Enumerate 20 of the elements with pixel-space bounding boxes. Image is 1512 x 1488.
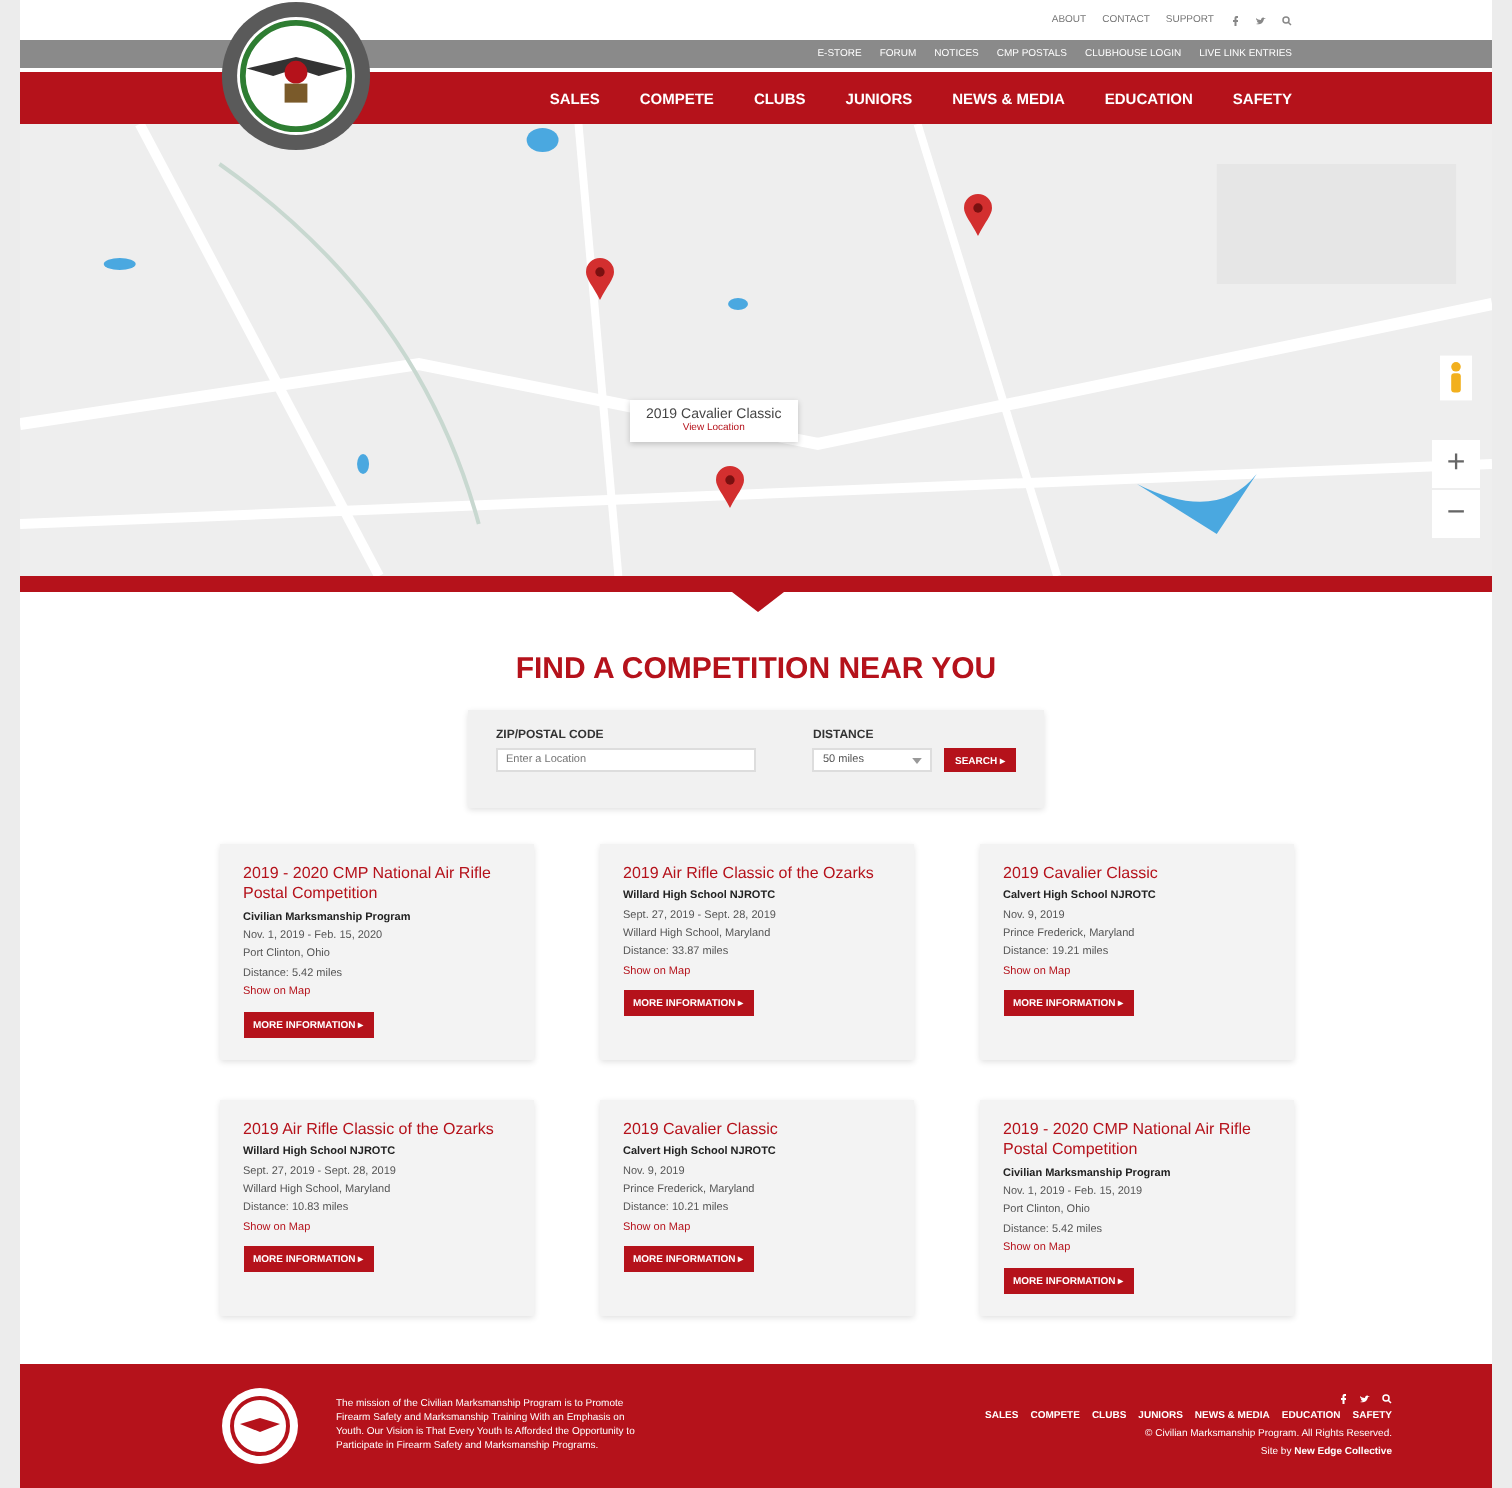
caret-icon [912,757,923,763]
seal-logo[interactable] [220,1386,300,1466]
map-pin-icon[interactable] [586,258,614,300]
competition-title[interactable]: 2019 Cavalier Classic [1003,864,1158,885]
twitter-icon[interactable] [1360,1394,1370,1404]
twitter-icon[interactable] [1256,15,1266,25]
facebook-icon[interactable] [1230,15,1240,25]
competition-title[interactable]: 2019 Air Rifle Classic of the Ozarks [243,1120,494,1141]
divider-notch [732,592,784,612]
zoom-in-button[interactable]: + [1432,440,1480,488]
search-icon[interactable] [1282,15,1292,25]
map-pin-icon[interactable] [716,466,744,508]
facebook-icon[interactable] [1338,1394,1348,1404]
competition-title[interactable]: 2019 Cavalier Classic [623,1120,778,1141]
competition-title[interactable]: 2019 - 2020 CMP National Air Rifle Postal Competition [243,864,509,906]
competition-title[interactable]: 2019 - 2020 CMP National Air Rifle Postal Competition [1003,1120,1269,1162]
zoom-out-button[interactable]: − [1432,490,1480,538]
map-pin-icon[interactable] [964,194,992,236]
section-heading: FIND A COMPETITION NEAR YOU [515,652,997,686]
competition-title[interactable]: 2019 Air Rifle Classic of the Ozarks [623,864,874,885]
